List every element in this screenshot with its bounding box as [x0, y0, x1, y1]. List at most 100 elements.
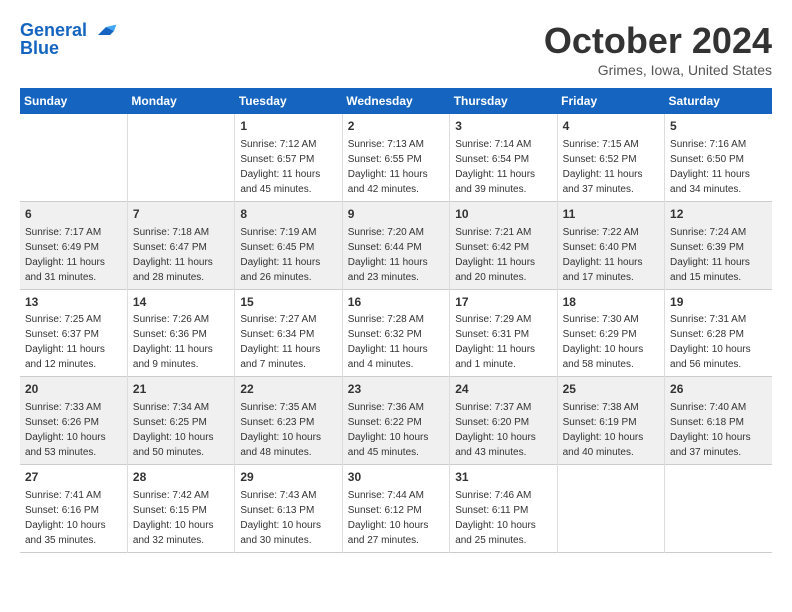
day-number: 9: [348, 206, 444, 223]
calendar-cell: 4 Sunrise: 7:15 AM Sunset: 6:52 PM Daylig…: [557, 114, 664, 201]
day-number: 3: [455, 118, 551, 135]
day-number: 6: [25, 206, 122, 223]
calendar-cell: 21 Sunrise: 7:34 AM Sunset: 6:25 PM Dayli…: [127, 377, 234, 465]
day-number: 30: [348, 469, 444, 486]
calendar-cell: 17 Sunrise: 7:29 AM Sunset: 6:31 PM Dayli…: [450, 289, 557, 377]
day-info: Sunrise: 7:26 AM Sunset: 6:36 PM Dayligh…: [133, 314, 213, 370]
day-info: Sunrise: 7:27 AM Sunset: 6:34 PM Dayligh…: [240, 314, 320, 370]
calendar-cell: 28 Sunrise: 7:42 AM Sunset: 6:15 PM Dayli…: [127, 465, 234, 553]
page-header: General Blue October 2024 Grimes, Iowa, …: [20, 20, 772, 78]
day-info: Sunrise: 7:31 AM Sunset: 6:28 PM Dayligh…: [670, 314, 751, 370]
day-info: Sunrise: 7:13 AM Sunset: 6:55 PM Dayligh…: [348, 139, 428, 195]
day-number: 25: [563, 381, 659, 398]
day-number: 23: [348, 381, 444, 398]
calendar-cell: 25 Sunrise: 7:38 AM Sunset: 6:19 PM Dayli…: [557, 377, 664, 465]
day-number: 13: [25, 294, 122, 311]
month-title: October 2024: [544, 20, 772, 62]
weekday-header: Saturday: [665, 88, 772, 114]
day-info: Sunrise: 7:21 AM Sunset: 6:42 PM Dayligh…: [455, 227, 535, 283]
weekday-header: Friday: [557, 88, 664, 114]
day-number: 27: [25, 469, 122, 486]
day-info: Sunrise: 7:37 AM Sunset: 6:20 PM Dayligh…: [455, 402, 536, 458]
day-info: Sunrise: 7:33 AM Sunset: 6:26 PM Dayligh…: [25, 402, 106, 458]
calendar-cell: 31 Sunrise: 7:46 AM Sunset: 6:11 PM Dayli…: [450, 465, 557, 553]
day-info: Sunrise: 7:12 AM Sunset: 6:57 PM Dayligh…: [240, 139, 320, 195]
calendar-cell: 11 Sunrise: 7:22 AM Sunset: 6:40 PM Dayli…: [557, 201, 664, 289]
day-number: 10: [455, 206, 551, 223]
day-info: Sunrise: 7:22 AM Sunset: 6:40 PM Dayligh…: [563, 227, 643, 283]
day-number: 19: [670, 294, 767, 311]
day-number: 2: [348, 118, 444, 135]
logo: General Blue: [20, 20, 118, 59]
calendar-cell: [20, 114, 127, 201]
week-row: 27 Sunrise: 7:41 AM Sunset: 6:16 PM Dayli…: [20, 465, 772, 553]
day-info: Sunrise: 7:41 AM Sunset: 6:16 PM Dayligh…: [25, 490, 106, 546]
day-info: Sunrise: 7:20 AM Sunset: 6:44 PM Dayligh…: [348, 227, 428, 283]
day-number: 31: [455, 469, 551, 486]
week-row: 13 Sunrise: 7:25 AM Sunset: 6:37 PM Dayli…: [20, 289, 772, 377]
day-info: Sunrise: 7:15 AM Sunset: 6:52 PM Dayligh…: [563, 139, 643, 195]
calendar-cell: 9 Sunrise: 7:20 AM Sunset: 6:44 PM Daylig…: [342, 201, 449, 289]
weekday-header: Monday: [127, 88, 234, 114]
day-number: 21: [133, 381, 229, 398]
day-info: Sunrise: 7:14 AM Sunset: 6:54 PM Dayligh…: [455, 139, 535, 195]
calendar-cell: 6 Sunrise: 7:17 AM Sunset: 6:49 PM Daylig…: [20, 201, 127, 289]
day-number: 1: [240, 118, 336, 135]
day-number: 11: [563, 206, 659, 223]
day-info: Sunrise: 7:34 AM Sunset: 6:25 PM Dayligh…: [133, 402, 214, 458]
day-info: Sunrise: 7:24 AM Sunset: 6:39 PM Dayligh…: [670, 227, 750, 283]
day-info: Sunrise: 7:35 AM Sunset: 6:23 PM Dayligh…: [240, 402, 321, 458]
calendar-cell: 2 Sunrise: 7:13 AM Sunset: 6:55 PM Daylig…: [342, 114, 449, 201]
day-info: Sunrise: 7:25 AM Sunset: 6:37 PM Dayligh…: [25, 314, 105, 370]
day-number: 15: [240, 294, 336, 311]
day-number: 29: [240, 469, 336, 486]
calendar-cell: 27 Sunrise: 7:41 AM Sunset: 6:16 PM Dayli…: [20, 465, 127, 553]
day-number: 4: [563, 118, 659, 135]
day-info: Sunrise: 7:44 AM Sunset: 6:12 PM Dayligh…: [348, 490, 429, 546]
calendar-cell: 8Sunrise: 7:19 AM Sunset: 6:45 PM Daylig…: [235, 201, 342, 289]
calendar-cell: [557, 465, 664, 553]
location: Grimes, Iowa, United States: [544, 62, 772, 78]
weekday-header: Wednesday: [342, 88, 449, 114]
logo-bird-icon: [94, 21, 118, 41]
calendar-cell: 12 Sunrise: 7:24 AM Sunset: 6:39 PM Dayli…: [665, 201, 772, 289]
calendar-cell: 5 Sunrise: 7:16 AM Sunset: 6:50 PM Daylig…: [665, 114, 772, 201]
day-number: 22: [240, 381, 336, 398]
calendar-cell: 20Sunrise: 7:33 AM Sunset: 6:26 PM Dayli…: [20, 377, 127, 465]
title-block: October 2024 Grimes, Iowa, United States: [544, 20, 772, 78]
calendar-cell: [127, 114, 234, 201]
week-row: 1 Sunrise: 7:12 AM Sunset: 6:57 PM Daylig…: [20, 114, 772, 201]
calendar-cell: [665, 465, 772, 553]
day-number: 5: [670, 118, 767, 135]
weekday-header: Sunday: [20, 88, 127, 114]
calendar-cell: 26 Sunrise: 7:40 AM Sunset: 6:18 PM Dayli…: [665, 377, 772, 465]
calendar-cell: 24 Sunrise: 7:37 AM Sunset: 6:20 PM Dayli…: [450, 377, 557, 465]
day-info: Sunrise: 7:36 AM Sunset: 6:22 PM Dayligh…: [348, 402, 429, 458]
day-info: Sunrise: 7:28 AM Sunset: 6:32 PM Dayligh…: [348, 314, 428, 370]
calendar-cell: 1 Sunrise: 7:12 AM Sunset: 6:57 PM Daylig…: [235, 114, 342, 201]
day-number: 12: [670, 206, 767, 223]
calendar-cell: 10 Sunrise: 7:21 AM Sunset: 6:42 PM Dayli…: [450, 201, 557, 289]
day-info: Sunrise: 7:46 AM Sunset: 6:11 PM Dayligh…: [455, 490, 536, 546]
calendar-cell: 13 Sunrise: 7:25 AM Sunset: 6:37 PM Dayli…: [20, 289, 127, 377]
day-info: Sunrise: 7:30 AM Sunset: 6:29 PM Dayligh…: [563, 314, 644, 370]
day-info: Sunrise: 7:19 AM Sunset: 6:45 PM Dayligh…: [240, 227, 320, 283]
day-info: Sunrise: 7:40 AM Sunset: 6:18 PM Dayligh…: [670, 402, 751, 458]
day-info: Sunrise: 7:42 AM Sunset: 6:15 PM Dayligh…: [133, 490, 214, 546]
day-number: 17: [455, 294, 551, 311]
calendar-cell: 29 Sunrise: 7:43 AM Sunset: 6:13 PM Dayli…: [235, 465, 342, 553]
day-number: 26: [670, 381, 767, 398]
day-info: Sunrise: 7:17 AM Sunset: 6:49 PM Dayligh…: [25, 227, 105, 283]
day-info: Sunrise: 7:38 AM Sunset: 6:19 PM Dayligh…: [563, 402, 644, 458]
day-number: 18: [563, 294, 659, 311]
day-number: 24: [455, 381, 551, 398]
calendar-cell: 16Sunrise: 7:28 AM Sunset: 6:32 PM Dayli…: [342, 289, 449, 377]
day-number: 28: [133, 469, 229, 486]
day-info: Sunrise: 7:43 AM Sunset: 6:13 PM Dayligh…: [240, 490, 321, 546]
day-number: 14: [133, 294, 229, 311]
calendar-cell: 7Sunrise: 7:18 AM Sunset: 6:47 PM Daylig…: [127, 201, 234, 289]
calendar-cell: 30 Sunrise: 7:44 AM Sunset: 6:12 PM Dayli…: [342, 465, 449, 553]
day-info: Sunrise: 7:29 AM Sunset: 6:31 PM Dayligh…: [455, 314, 535, 370]
day-info: Sunrise: 7:16 AM Sunset: 6:50 PM Dayligh…: [670, 139, 750, 195]
weekday-header-row: SundayMondayTuesdayWednesdayThursdayFrid…: [20, 88, 772, 114]
